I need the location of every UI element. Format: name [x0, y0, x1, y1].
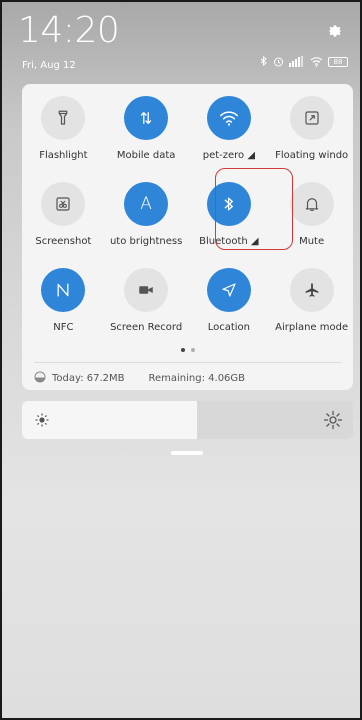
tile-flashlight[interactable]: Flashlight [22, 96, 105, 168]
clock: 14:20 [18, 10, 120, 51]
tile-mobile-data[interactable]: Mobile data [105, 96, 188, 168]
tile-screen-record[interactable]: Screen Record [105, 268, 188, 340]
page-dot-active [180, 348, 185, 352]
tile-label: Airplane mode [275, 322, 349, 333]
tile-label: pet-zero ◢ [202, 150, 256, 161]
alarm-icon [273, 56, 284, 67]
bluetooth-highlight-box [215, 168, 293, 250]
data-usage-today: Today: 67.2MB [52, 373, 125, 384]
tile-label: Screen Record [110, 322, 183, 333]
battery-icon: 88 [328, 56, 348, 67]
flashlight-icon[interactable] [41, 96, 86, 140]
wifi-status-icon [310, 56, 323, 67]
bell-icon[interactable] [289, 182, 334, 226]
tile-floating-window[interactable]: Floating windo [270, 96, 353, 168]
floating-window-icon[interactable] [289, 96, 334, 140]
drag-handle[interactable] [171, 451, 203, 455]
tile-auto-brightness[interactable]: A uto brightness [105, 182, 188, 254]
tile-screenshot[interactable]: Screenshot [22, 182, 105, 254]
tile-label: Floating windo [275, 150, 349, 161]
location-icon[interactable] [206, 268, 251, 312]
data-usage-row[interactable]: Today: 67.2MB Remaining: 4.06GB [34, 371, 245, 386]
brightness-low-icon [34, 412, 50, 432]
nfc-icon[interactable] [41, 268, 86, 312]
data-usage-icon [34, 371, 46, 386]
tile-label: Screenshot [35, 236, 92, 247]
mobile-data-icon[interactable] [124, 96, 169, 140]
tile-airplane-mode[interactable]: Airplane mode [270, 268, 353, 340]
tile-label: uto brightness [109, 236, 183, 247]
data-usage-remaining: Remaining: 4.06GB [148, 373, 246, 384]
status-icons: 88 [260, 56, 348, 67]
auto-brightness-glyph: A [140, 194, 152, 214]
brightness-slider[interactable] [22, 401, 353, 439]
screenshot-icon[interactable] [41, 182, 86, 226]
tile-label: NFC [53, 322, 74, 333]
page-dot [190, 348, 195, 352]
bluetooth-status-icon [260, 56, 268, 67]
quick-settings-panel: Flashlight Mobile data pet-zero ◢ Floati… [22, 84, 353, 390]
wifi-icon[interactable] [206, 96, 251, 140]
brightness-high-icon [323, 410, 343, 434]
airplane-icon[interactable] [289, 268, 334, 312]
video-camera-icon[interactable] [124, 268, 169, 312]
tile-location[interactable]: Location [188, 268, 271, 340]
battery-level: 88 [333, 57, 343, 66]
auto-brightness-icon[interactable]: A [124, 182, 169, 226]
page-indicator [22, 348, 353, 352]
tile-nfc[interactable]: NFC [22, 268, 105, 340]
tile-wifi[interactable]: pet-zero ◢ [188, 96, 271, 168]
settings-gear-icon[interactable] [326, 22, 344, 40]
date-label: Fri, Aug 12 [22, 60, 76, 71]
quick-tiles-grid: Flashlight Mobile data pet-zero ◢ Floati… [22, 96, 353, 340]
divider [34, 362, 341, 363]
tile-label: Mute [299, 236, 325, 247]
tile-label: Flashlight [39, 150, 88, 161]
signal-icon [289, 56, 305, 67]
tile-label: Location [207, 322, 251, 333]
tile-label: Mobile data [116, 150, 176, 161]
